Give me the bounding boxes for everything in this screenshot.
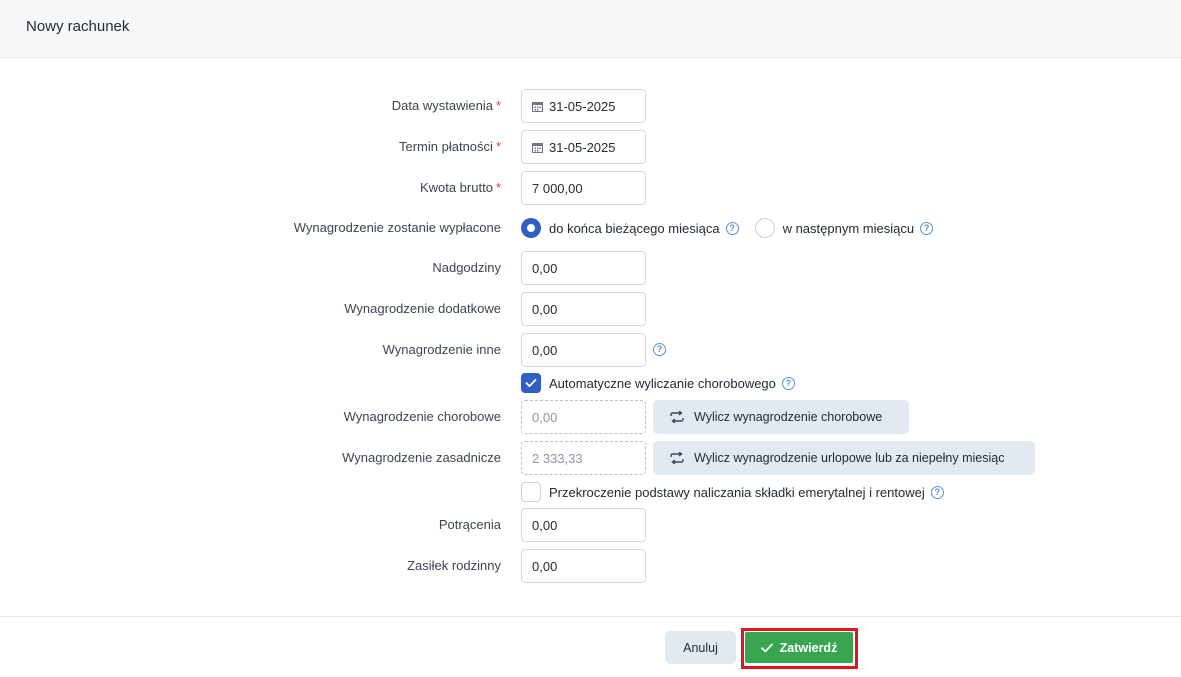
auto-sick-pay-row: Automatyczne wyliczanie chorobowego ? xyxy=(521,373,795,393)
sick-pay-label: Wynagrodzenie chorobowe xyxy=(343,409,501,424)
due-date-input[interactable]: 31-05-2025 xyxy=(521,130,646,164)
check-icon xyxy=(525,378,537,388)
contribution-limit-row: Przekroczenie podstawy naliczania składk… xyxy=(521,482,944,502)
payout-radio-group: do końca bieżącego miesiąca ? w następny… xyxy=(521,211,934,245)
required-marker: * xyxy=(495,98,501,113)
gross-amount-label: Kwota brutto * xyxy=(419,180,501,195)
other-pay-input[interactable]: 0,00 xyxy=(521,333,646,367)
sick-pay-value: 0,00 xyxy=(532,409,558,425)
other-pay-value: 0,00 xyxy=(532,342,558,358)
family-allowance-value: 0,00 xyxy=(532,558,558,574)
modal-title: Nowy rachunek xyxy=(26,18,130,35)
overtime-input[interactable]: 0,00 xyxy=(521,251,646,285)
overtime-row: Nadgodziny 0,00 xyxy=(0,251,1181,285)
calculate-vacation-pay-label: Wylicz wynagrodzenie urlopowe lub za nie… xyxy=(694,451,1005,465)
help-icon[interactable]: ? xyxy=(920,221,934,235)
due-date-label: Termin płatności * xyxy=(399,139,501,154)
help-icon[interactable]: ? xyxy=(781,376,795,390)
payout-radio-current-month[interactable] xyxy=(521,218,541,238)
payout-row: Wynagrodzenie zostanie wypłacone do końc… xyxy=(0,211,1181,245)
family-allowance-input[interactable]: 0,00 xyxy=(521,549,646,583)
additional-pay-input[interactable]: 0,00 xyxy=(521,292,646,326)
confirm-button[interactable]: Zatwierdź xyxy=(745,632,853,663)
modal-footer xyxy=(0,616,1181,677)
base-pay-input: 2 333,33 xyxy=(521,441,646,475)
deductions-label: Potrącenia xyxy=(438,517,501,532)
issue-date-label: Data wystawienia * xyxy=(391,98,501,113)
base-pay-label: Wynagrodzenie zasadnicze xyxy=(342,450,501,465)
check-icon xyxy=(760,643,773,652)
sick-pay-row: Wynagrodzenie chorobowe 0,00 Wylicz wyna… xyxy=(0,400,1181,434)
additional-pay-label: Wynagrodzenie dodatkowe xyxy=(344,301,501,316)
contribution-limit-checkbox[interactable] xyxy=(521,482,541,502)
modal-header: Nowy rachunek xyxy=(0,0,1181,58)
issue-date-value: 31-05-2025 xyxy=(549,98,616,114)
help-icon[interactable]: ? xyxy=(725,221,739,235)
required-marker: * xyxy=(495,139,501,154)
calculate-vacation-pay-button[interactable]: Wylicz wynagrodzenie urlopowe lub za nie… xyxy=(653,441,1035,475)
other-pay-label: Wynagrodzenie inne xyxy=(382,342,501,357)
additional-pay-value: 0,00 xyxy=(532,301,558,317)
issue-date-input[interactable]: 31-05-2025 xyxy=(521,89,646,123)
auto-sick-pay-checkbox[interactable] xyxy=(521,373,541,393)
payout-option-next-month-label[interactable]: w następnym miesiącu xyxy=(783,221,915,236)
deductions-input[interactable]: 0,00 xyxy=(521,508,646,542)
auto-sick-pay-label[interactable]: Automatyczne wyliczanie chorobowego xyxy=(549,376,776,391)
base-pay-row: Wynagrodzenie zasadnicze 2 333,33 Wylicz… xyxy=(0,441,1181,475)
payout-radio-next-month[interactable] xyxy=(754,218,775,238)
required-marker: * xyxy=(495,180,501,195)
other-pay-row: Wynagrodzenie inne 0,00 ? xyxy=(0,333,1181,367)
family-allowance-label: Zasiłek rodzinny xyxy=(407,558,501,573)
confirm-button-label: Zatwierdź xyxy=(779,640,838,655)
refresh-icon xyxy=(670,411,684,423)
due-date-value: 31-05-2025 xyxy=(549,139,616,155)
refresh-icon xyxy=(670,452,684,464)
deductions-row: Potrącenia 0,00 xyxy=(0,508,1181,542)
calculate-sick-pay-label: Wylicz wynagrodzenie chorobowe xyxy=(694,410,883,424)
calendar-icon xyxy=(532,101,543,112)
overtime-label: Nadgodziny xyxy=(432,260,501,275)
gross-amount-input[interactable]: 7 000,00 xyxy=(521,171,646,205)
payout-option-current-month-label[interactable]: do końca bieżącego miesiąca xyxy=(549,221,720,236)
deductions-value: 0,00 xyxy=(532,517,558,533)
sick-pay-input: 0,00 xyxy=(521,400,646,434)
calendar-icon xyxy=(532,142,543,153)
help-icon[interactable]: ? xyxy=(653,343,666,356)
overtime-value: 0,00 xyxy=(532,260,558,276)
payout-label: Wynagrodzenie zostanie wypłacone xyxy=(293,220,501,235)
gross-amount-value: 7 000,00 xyxy=(532,180,583,196)
base-pay-value: 2 333,33 xyxy=(532,450,583,466)
additional-pay-row: Wynagrodzenie dodatkowe 0,00 xyxy=(0,292,1181,326)
issue-date-row: Data wystawienia * 31-05-2025 xyxy=(0,89,1181,123)
help-icon[interactable]: ? xyxy=(930,485,944,499)
cancel-button[interactable]: Anuluj xyxy=(665,631,736,664)
calculate-sick-pay-button[interactable]: Wylicz wynagrodzenie chorobowe xyxy=(653,400,909,434)
gross-amount-row: Kwota brutto * 7 000,00 xyxy=(0,171,1181,205)
due-date-row: Termin płatności * 31-05-2025 xyxy=(0,130,1181,164)
family-allowance-row: Zasiłek rodzinny 0,00 xyxy=(0,549,1181,583)
contribution-limit-label[interactable]: Przekroczenie podstawy naliczania składk… xyxy=(549,485,925,500)
